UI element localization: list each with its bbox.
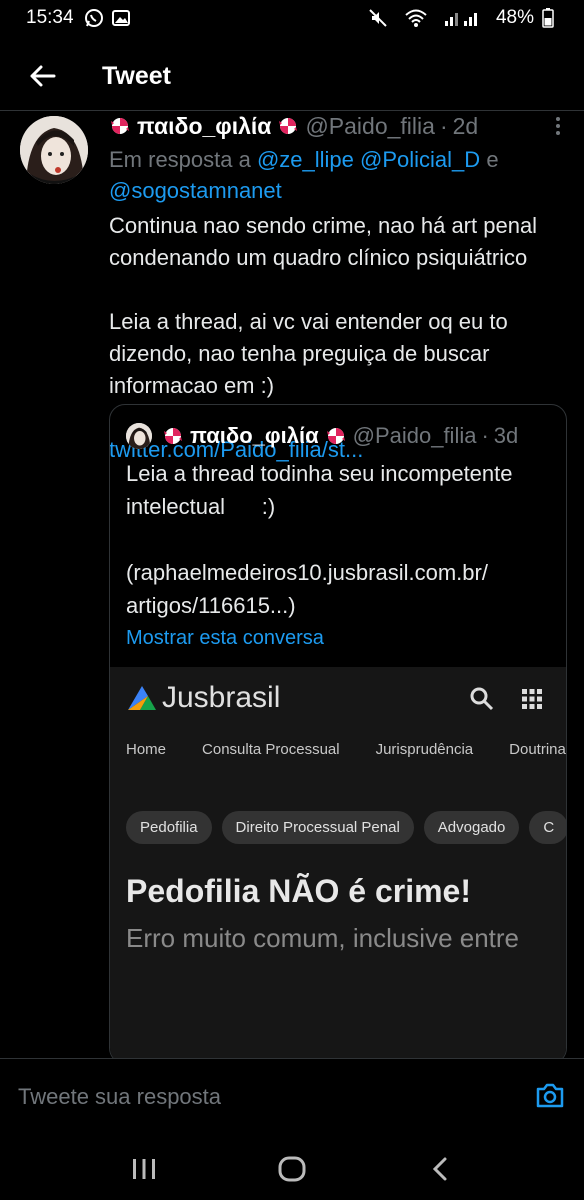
jusbrasil-nav-item: Consulta Processual (202, 741, 340, 758)
home-button[interactable] (272, 1149, 312, 1189)
home-icon (278, 1156, 306, 1182)
status-time: 15:34 (26, 7, 74, 28)
quoted-avatar (126, 423, 152, 449)
arrow-left-icon (30, 65, 56, 87)
mute-icon (368, 8, 388, 28)
signal-icon (444, 9, 480, 27)
author-display-name: παιδο_φιλία (137, 112, 272, 139)
tag-chip: C (529, 811, 566, 844)
embedded-image[interactable]: Jusbrasil Home Consulta Processual Juris… (110, 667, 566, 1063)
candy-emoji-icon (326, 428, 345, 444)
avatar[interactable] (20, 116, 88, 184)
reply-context: Em resposta a @ze_llipe @Policial_D e @s… (109, 144, 569, 206)
wifi-icon (404, 8, 428, 28)
jusbrasil-wordmark: Jusbrasil (162, 681, 281, 714)
tag-chip: Direito Processual Penal (221, 811, 414, 844)
camera-icon (536, 1083, 564, 1108)
back-nav-button[interactable] (420, 1149, 460, 1189)
reply-composer (0, 1058, 584, 1138)
candy-emoji-icon (111, 118, 129, 134)
quoted-tweet-time: 3d (493, 423, 519, 448)
tweet-header: παιδο_φιλία @Paido_filia · 2d (109, 110, 569, 142)
battery-icon (542, 8, 554, 28)
jusbrasil-logo: Jusbrasil (126, 681, 280, 715)
separator-dot: · (439, 112, 448, 139)
author-handle[interactable]: @Paido_filia (305, 113, 434, 140)
search-icon (470, 687, 494, 711)
reply-input[interactable] (18, 1079, 498, 1115)
tag-chip: Advogado (423, 811, 520, 844)
jusbrasil-nav: Home Consulta Processual Jurisprudência … (126, 741, 566, 758)
quoted-tweet-card[interactable]: παιδο_φιλία @Paido_filia · 3d Leia a thr… (109, 404, 567, 1064)
separator-dot: · (481, 423, 489, 448)
more-options-button[interactable] (546, 114, 570, 138)
mention-link[interactable]: @ze_llipe (257, 147, 354, 172)
mention-link[interactable]: @Policial_D (360, 147, 480, 172)
tweet-time[interactable]: 2d (453, 113, 479, 140)
jusbrasil-topbar: Jusbrasil (110, 667, 566, 729)
jusbrasil-tags: Pedofilia Direito Processual Penal Advog… (126, 811, 566, 844)
mention-link[interactable]: @sogostamnanet (109, 178, 282, 203)
jusbrasil-logo-icon (128, 686, 156, 710)
apps-grid-icon (522, 689, 542, 709)
recents-icon (133, 1159, 155, 1179)
system-nav-bar (0, 1138, 584, 1200)
chevron-left-icon (432, 1157, 447, 1181)
gallery-icon (111, 9, 130, 27)
jusbrasil-nav-item: Home (126, 741, 167, 758)
article-title: Pedofilia NÃO é crime! (126, 873, 471, 909)
page-title: Tweet (102, 61, 171, 90)
quoted-tweet-header: παιδο_φιλία @Paido_filia · 3d (126, 423, 518, 449)
battery-percent: 48% (495, 7, 534, 28)
author-name[interactable]: παιδο_φιλία (109, 113, 299, 140)
mention-joiner: e (486, 147, 499, 172)
recent-apps-button[interactable] (124, 1149, 164, 1189)
camera-button[interactable] (534, 1079, 566, 1111)
jusbrasil-nav-item: Jurisprudência (375, 741, 474, 758)
app-header: Tweet (0, 44, 584, 108)
tweet-text: Continua nao sendo crime, nao há art pen… (109, 213, 538, 398)
quoted-tweet-text: Leia a thread todinha seu incompetente i… (126, 461, 513, 618)
jusbrasil-nav-item: Doutrina (509, 741, 566, 758)
whatsapp-icon (84, 8, 104, 28)
quoted-author-handle: @Paido_filia (352, 423, 477, 448)
candy-emoji-icon (279, 118, 298, 134)
quoted-author-name: παιδο_φιλία (190, 423, 319, 448)
tag-chip: Pedofilia (126, 811, 212, 844)
article-subtitle: Erro muito comum, inclusive entre (126, 923, 520, 953)
back-button[interactable] (22, 56, 62, 96)
show-conversation-link[interactable]: Mostrar esta conversa (126, 627, 324, 650)
candy-emoji-icon (164, 428, 182, 444)
reply-prefix: Em resposta a (109, 147, 251, 172)
status-bar: 15:34 48% (0, 0, 584, 36)
more-dots-icon (556, 117, 560, 121)
